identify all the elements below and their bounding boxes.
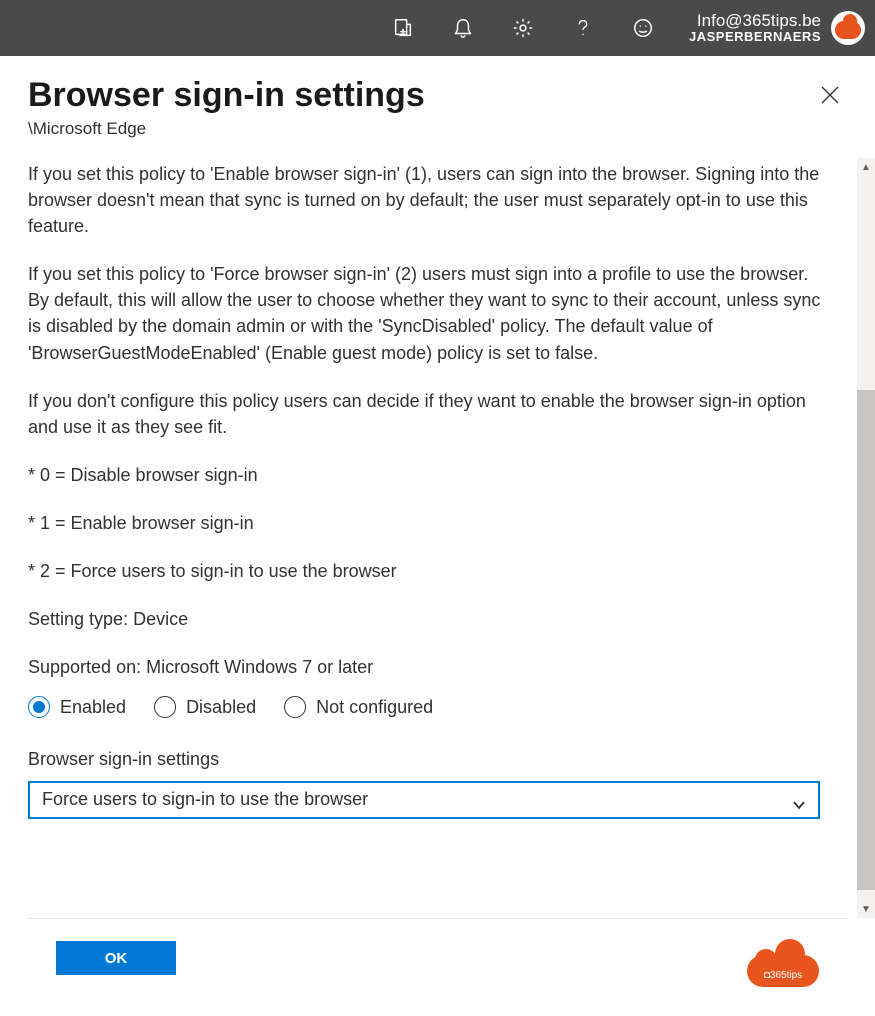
close-button[interactable] — [819, 84, 841, 106]
settings-panel: Browser sign-in settings \Microsoft Edge… — [0, 56, 875, 1016]
panel-footer: OK ◘365tips — [28, 918, 847, 1016]
radio-enabled[interactable]: Enabled — [28, 694, 126, 720]
feedback-smiley-icon[interactable] — [613, 0, 673, 56]
option-line: * 2 = Force users to sign-in to use the … — [28, 558, 823, 584]
description-paragraph: If you set this policy to 'Enable browse… — [28, 161, 823, 239]
avatar[interactable] — [831, 11, 865, 45]
supported-on: Supported on: Microsoft Windows 7 or lat… — [28, 654, 823, 680]
directory-icon[interactable] — [373, 0, 433, 56]
scrollbar-thumb[interactable] — [857, 390, 875, 890]
account-control[interactable]: Info@365tips.be JASPERBERNAERS — [673, 11, 865, 45]
radio-label: Not configured — [316, 694, 433, 720]
top-bar: Info@365tips.be JASPERBERNAERS — [0, 0, 875, 56]
scroll-down-arrow-icon[interactable]: ▼ — [857, 900, 875, 918]
option-line: * 1 = Enable browser sign-in — [28, 510, 823, 536]
ok-button[interactable]: OK — [56, 941, 176, 975]
state-radio-group: Enabled Disabled Not configured — [28, 694, 823, 720]
radio-label: Enabled — [60, 694, 126, 720]
dropdown-label: Browser sign-in settings — [28, 746, 823, 772]
brand-logo: ◘365tips — [747, 941, 819, 987]
setting-type: Setting type: Device — [28, 606, 823, 632]
help-icon[interactable] — [553, 0, 613, 56]
page-title: Browser sign-in settings — [28, 76, 847, 115]
description-paragraph: If you set this policy to 'Force browser… — [28, 261, 823, 365]
option-line: * 0 = Disable browser sign-in — [28, 462, 823, 488]
description-paragraph: If you don't configure this policy users… — [28, 388, 823, 440]
radio-not-configured[interactable]: Not configured — [284, 694, 433, 720]
radio-label: Disabled — [186, 694, 256, 720]
vertical-scrollbar[interactable]: ▲ ▼ — [857, 158, 875, 918]
tenant-name: JASPERBERNAERS — [689, 30, 821, 44]
dropdown-value: Force users to sign-in to use the browse… — [42, 786, 368, 812]
breadcrumb: \Microsoft Edge — [28, 119, 847, 139]
gear-icon[interactable] — [493, 0, 553, 56]
bell-icon[interactable] — [433, 0, 493, 56]
chevron-down-icon — [792, 793, 806, 807]
brand-logo-text: ◘365tips — [747, 970, 819, 981]
scroll-up-arrow-icon[interactable]: ▲ — [857, 158, 875, 176]
radio-disabled[interactable]: Disabled — [154, 694, 256, 720]
browser-signin-dropdown[interactable]: Force users to sign-in to use the browse… — [28, 781, 820, 819]
description-scroll-area: If you set this policy to 'Enable browse… — [28, 161, 847, 918]
user-email: Info@365tips.be — [689, 12, 821, 31]
